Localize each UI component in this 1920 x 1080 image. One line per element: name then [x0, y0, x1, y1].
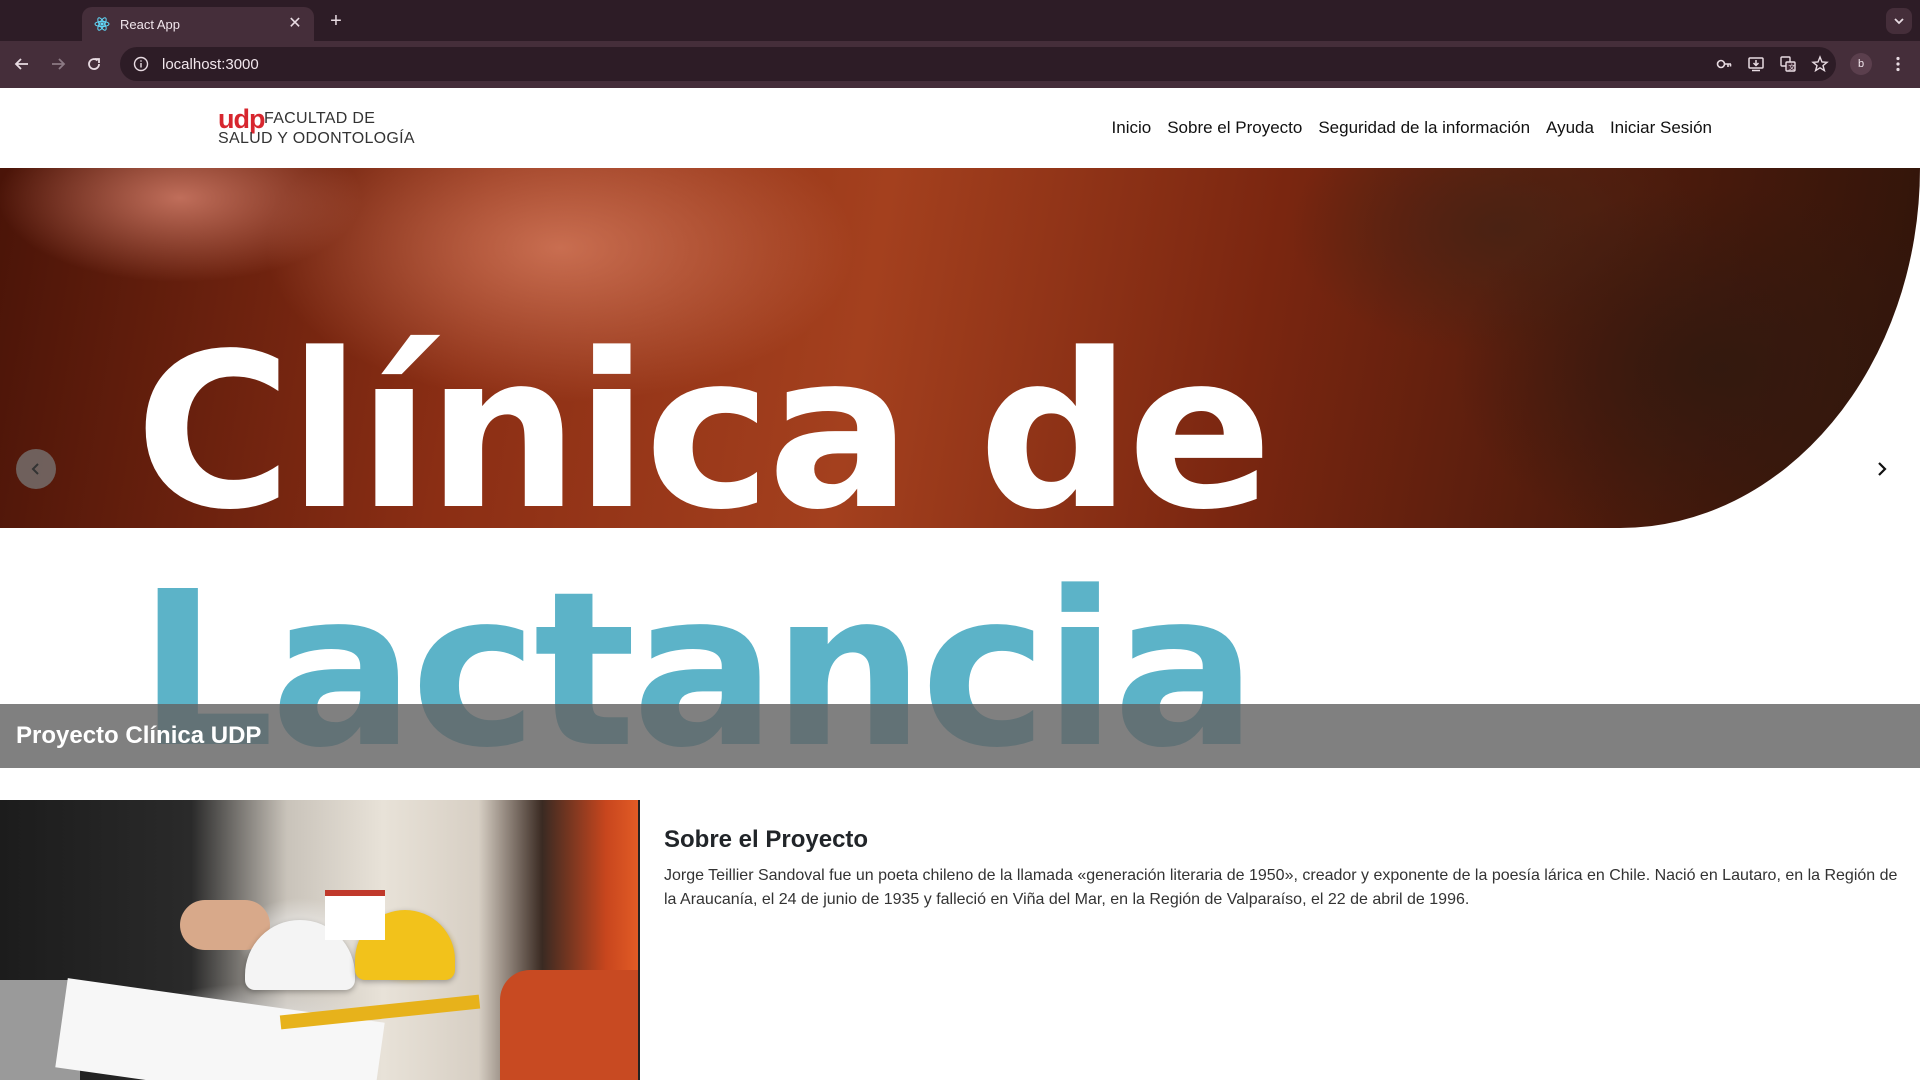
- about-title: Sobre el Proyecto: [664, 826, 869, 853]
- translate-icon[interactable]: 文: [1772, 50, 1804, 78]
- tab-title: React App: [120, 16, 180, 32]
- browser-toolbar: localhost:3000 文 b: [0, 41, 1920, 88]
- plus-icon[interactable]: +: [323, 8, 349, 34]
- hero-carousel: Clínica de Lactancia Proyecto Clínica UD…: [0, 168, 1920, 768]
- address-bar-actions: 文: [1708, 47, 1836, 81]
- key-icon[interactable]: [1708, 50, 1740, 78]
- nav-link-iniciar-sesion[interactable]: Iniciar Sesión: [1610, 118, 1712, 138]
- forward-arrow-icon[interactable]: [44, 50, 72, 78]
- nav-link-seguridad[interactable]: Seguridad de la información: [1318, 118, 1530, 138]
- main-nav: Inicio Sobre el Proyecto Seguridad de la…: [1112, 88, 1712, 168]
- url-text: localhost:3000: [162, 55, 259, 73]
- profile-avatar[interactable]: b: [1850, 53, 1872, 75]
- chevron-left-icon[interactable]: [16, 449, 56, 489]
- star-icon[interactable]: [1804, 50, 1836, 78]
- nav-link-sobre-el-proyecto[interactable]: Sobre el Proyecto: [1167, 118, 1302, 138]
- kebab-menu-icon[interactable]: [1884, 50, 1912, 78]
- udp-logo[interactable]: udp FACULTAD DE SALUD Y ODONTOLOGÍA: [218, 104, 428, 150]
- install-app-icon[interactable]: [1740, 50, 1772, 78]
- react-atom-icon: [94, 16, 110, 32]
- address-bar[interactable]: localhost:3000 文: [120, 47, 1836, 81]
- reload-icon[interactable]: [80, 50, 108, 78]
- carousel-caption-bar: Proyecto Clínica UDP: [0, 704, 1920, 768]
- browser-tab-strip: React App ✕ +: [0, 0, 1920, 41]
- browser-tab[interactable]: React App ✕: [82, 7, 314, 41]
- site-header: udp FACULTAD DE SALUD Y ODONTOLOGÍA Inic…: [0, 88, 1920, 168]
- about-body: Jorge Teillier Sandoval fue un poeta chi…: [664, 867, 1898, 908]
- svg-text:文: 文: [1788, 63, 1795, 72]
- about-image: [0, 800, 640, 1080]
- carousel-caption: Proyecto Clínica UDP: [16, 722, 262, 749]
- nav-link-ayuda[interactable]: Ayuda: [1546, 118, 1594, 138]
- back-arrow-icon[interactable]: [8, 50, 36, 78]
- chevron-down-icon[interactable]: [1886, 8, 1912, 34]
- info-icon[interactable]: [130, 53, 152, 75]
- hero-image-title-line-1: Clínica de: [135, 308, 1273, 557]
- close-icon[interactable]: ✕: [286, 15, 304, 33]
- nav-link-inicio[interactable]: Inicio: [1112, 118, 1152, 138]
- chevron-right-icon[interactable]: [1870, 449, 1894, 489]
- logo-line-1: FACULTAD DE: [264, 110, 376, 127]
- logo-line-2: SALUD Y ODONTOLOGÍA: [218, 130, 415, 147]
